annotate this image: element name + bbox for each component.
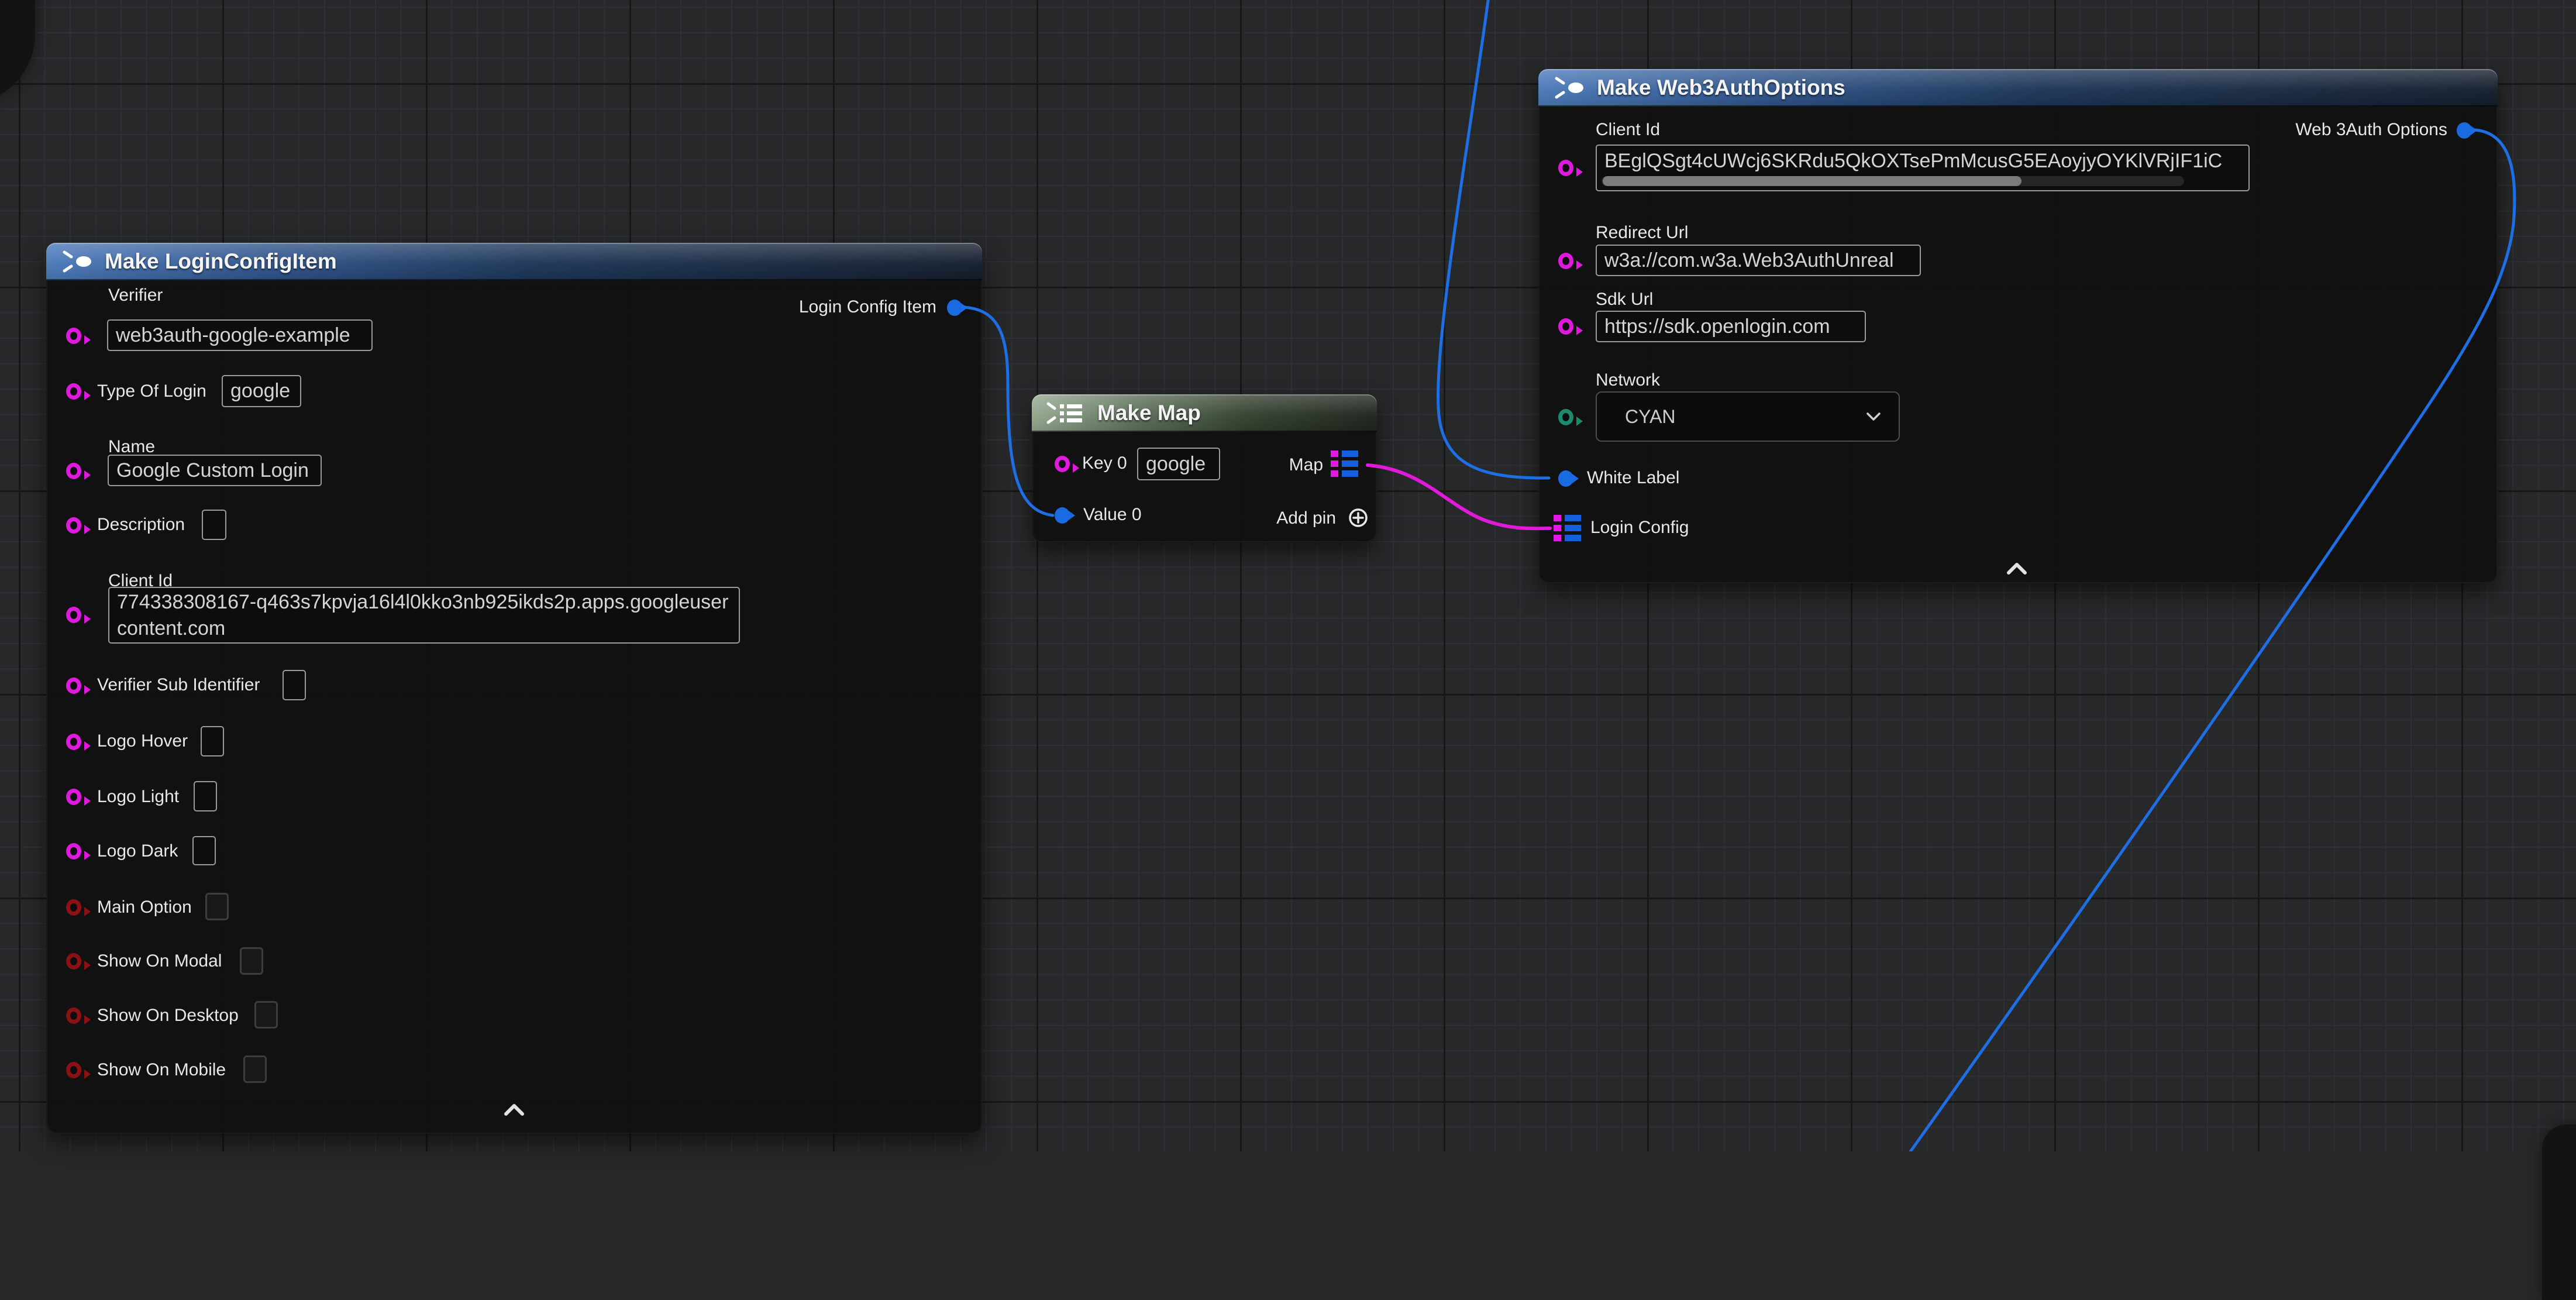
pin-label-logo-dark: Logo Dark — [97, 841, 178, 862]
pin-logo-hover[interactable] — [66, 734, 81, 750]
blueprint-graph-canvas[interactable]: Make LoginConfigItem Verifier web3auth-g… — [0, 0, 2576, 1151]
node-make-web3authoptions[interactable]: Make Web3AuthOptions Client Id BEglQSgt4… — [1538, 69, 2498, 583]
pin-label-client-id: Client Id — [1596, 119, 1660, 140]
node-make-loginconfigitem[interactable]: Make LoginConfigItem Verifier web3auth-g… — [46, 243, 982, 1134]
pin-label-redirect-url: Redirect Url — [1596, 222, 1688, 243]
pin-white-label[interactable] — [1558, 470, 1573, 487]
logo-dark-input[interactable] — [192, 836, 216, 865]
pin-label-show-on-mobile: Show On Mobile — [97, 1060, 226, 1081]
pin-label-network: Network — [1596, 370, 1660, 391]
pin-label-description: Description — [97, 514, 185, 535]
pin-label-map-output: Map — [1289, 455, 1323, 476]
pin-label-value-0: Value 0 — [1083, 504, 1142, 525]
pin-label-logo-light: Logo Light — [97, 786, 179, 807]
name-input[interactable]: Google Custom Login — [108, 455, 322, 486]
pin-label-sdk-url: Sdk Url — [1596, 289, 1653, 310]
pin-label-verifier-sub-identifier: Verifier Sub Identifier — [97, 675, 260, 696]
network-dropdown[interactable]: CYAN — [1596, 391, 1900, 442]
pin-label-show-on-desktop: Show On Desktop — [97, 1005, 239, 1026]
collapse-chevron-icon[interactable] — [501, 1103, 527, 1117]
collapse-chevron-icon[interactable] — [2004, 562, 2030, 576]
pin-label-main-option: Main Option — [97, 897, 192, 918]
offscreen-node-corner-bottom-right — [2542, 1124, 2576, 1300]
pin-value-0[interactable] — [1055, 507, 1070, 524]
pin-key-0[interactable] — [1055, 456, 1070, 472]
pin-login-config[interactable] — [1554, 515, 1582, 542]
show-on-modal-checkbox[interactable] — [240, 947, 263, 975]
pin-label-show-on-modal: Show On Modal — [97, 951, 222, 972]
offscreen-node-corner-top-left — [0, 0, 35, 104]
pin-name[interactable] — [66, 463, 81, 479]
node-title: Make Web3AuthOptions — [1597, 69, 1845, 106]
pin-sdk-url[interactable] — [1558, 318, 1573, 335]
client-id-value: BEglQSgt4cUWcj6SKRdu5QkOXTsePmMcusG5EAoy… — [1604, 146, 2222, 176]
node-header-make-loginconfigitem[interactable]: Make LoginConfigItem — [46, 243, 982, 280]
make-struct-icon — [60, 250, 97, 273]
redirect-url-input[interactable]: w3a://com.w3a.Web3AuthUnreal — [1596, 245, 1921, 276]
chevron-down-icon — [1866, 412, 1881, 421]
pin-label-logo-hover: Logo Hover — [97, 731, 188, 752]
add-pin-label: Add pin — [1276, 508, 1336, 529]
pin-main-option[interactable] — [66, 899, 81, 916]
pin-redirect-url[interactable] — [1558, 253, 1573, 269]
pin-show-on-mobile[interactable] — [66, 1062, 81, 1078]
verifier-input[interactable]: web3auth-google-example — [107, 319, 373, 351]
node-header-make-web3authoptions[interactable]: Make Web3AuthOptions — [1538, 69, 2498, 106]
description-input[interactable] — [202, 510, 226, 540]
wire-offscreen-to-white-label[interactable] — [1438, 0, 1549, 478]
pin-show-on-desktop[interactable] — [66, 1007, 81, 1024]
node-make-map[interactable]: Make Map Key 0 google Map Value 0 Add pi… — [1032, 394, 1377, 542]
pin-show-on-modal[interactable] — [66, 953, 81, 969]
client-id-scrollbar-thumb[interactable] — [1603, 176, 2021, 186]
client-id-scrollbar-track[interactable] — [1602, 176, 2184, 186]
network-selected-value: CYAN — [1625, 406, 1866, 428]
wire-map-to-login-config[interactable] — [1368, 465, 1550, 528]
pin-label-key-0: Key 0 — [1082, 453, 1127, 474]
client-id-input[interactable]: BEglQSgt4cUWcj6SKRdu5QkOXTsePmMcusG5EAoy… — [1596, 145, 2250, 191]
sdk-url-input[interactable]: https://sdk.openlogin.com — [1596, 311, 1866, 342]
node-title: Make Map — [1097, 394, 1201, 432]
make-struct-icon — [1552, 76, 1589, 99]
pin-label-verifier: Verifier — [108, 285, 163, 306]
node-title: Make LoginConfigItem — [105, 243, 337, 280]
pin-description[interactable] — [66, 517, 81, 534]
pin-label-white-label: White Label — [1587, 467, 1679, 489]
pin-label-type-of-login: Type Of Login — [97, 381, 206, 402]
pin-verifier-sub-identifier[interactable] — [66, 677, 81, 694]
pin-client-id[interactable] — [66, 607, 81, 623]
pin-logo-dark[interactable] — [66, 843, 81, 859]
show-on-mobile-checkbox[interactable] — [243, 1055, 267, 1083]
pin-client-id[interactable] — [1558, 160, 1573, 176]
make-map-icon — [1045, 401, 1091, 425]
pin-web3auth-options-output[interactable] — [2457, 122, 2472, 139]
pin-network[interactable] — [1558, 409, 1573, 425]
type-of-login-input[interactable]: google — [222, 375, 301, 407]
client-id-input[interactable]: 774338308167-q463s7kpvja16l4l0kko3nb925i… — [108, 587, 740, 644]
pin-label-login-config-item: Login Config Item — [799, 297, 936, 318]
verifier-sub-identifier-input[interactable] — [283, 670, 306, 700]
node-header-make-map[interactable]: Make Map — [1032, 394, 1377, 432]
pin-verifier[interactable] — [66, 328, 81, 344]
key-0-input[interactable]: google — [1137, 448, 1220, 480]
logo-light-input[interactable] — [194, 781, 217, 811]
main-option-checkbox[interactable] — [205, 893, 229, 920]
logo-hover-input[interactable] — [201, 726, 224, 756]
pin-label-web3auth-options: Web 3Auth Options — [2295, 119, 2447, 140]
pin-login-config-item-output[interactable] — [947, 300, 962, 316]
pin-type-of-login[interactable] — [66, 383, 81, 400]
pin-map-output[interactable] — [1331, 450, 1359, 477]
show-on-desktop-checkbox[interactable] — [254, 1001, 278, 1029]
pin-logo-light[interactable] — [66, 789, 81, 805]
add-pin-icon[interactable] — [1348, 507, 1369, 528]
pin-label-login-config: Login Config — [1590, 517, 1689, 538]
